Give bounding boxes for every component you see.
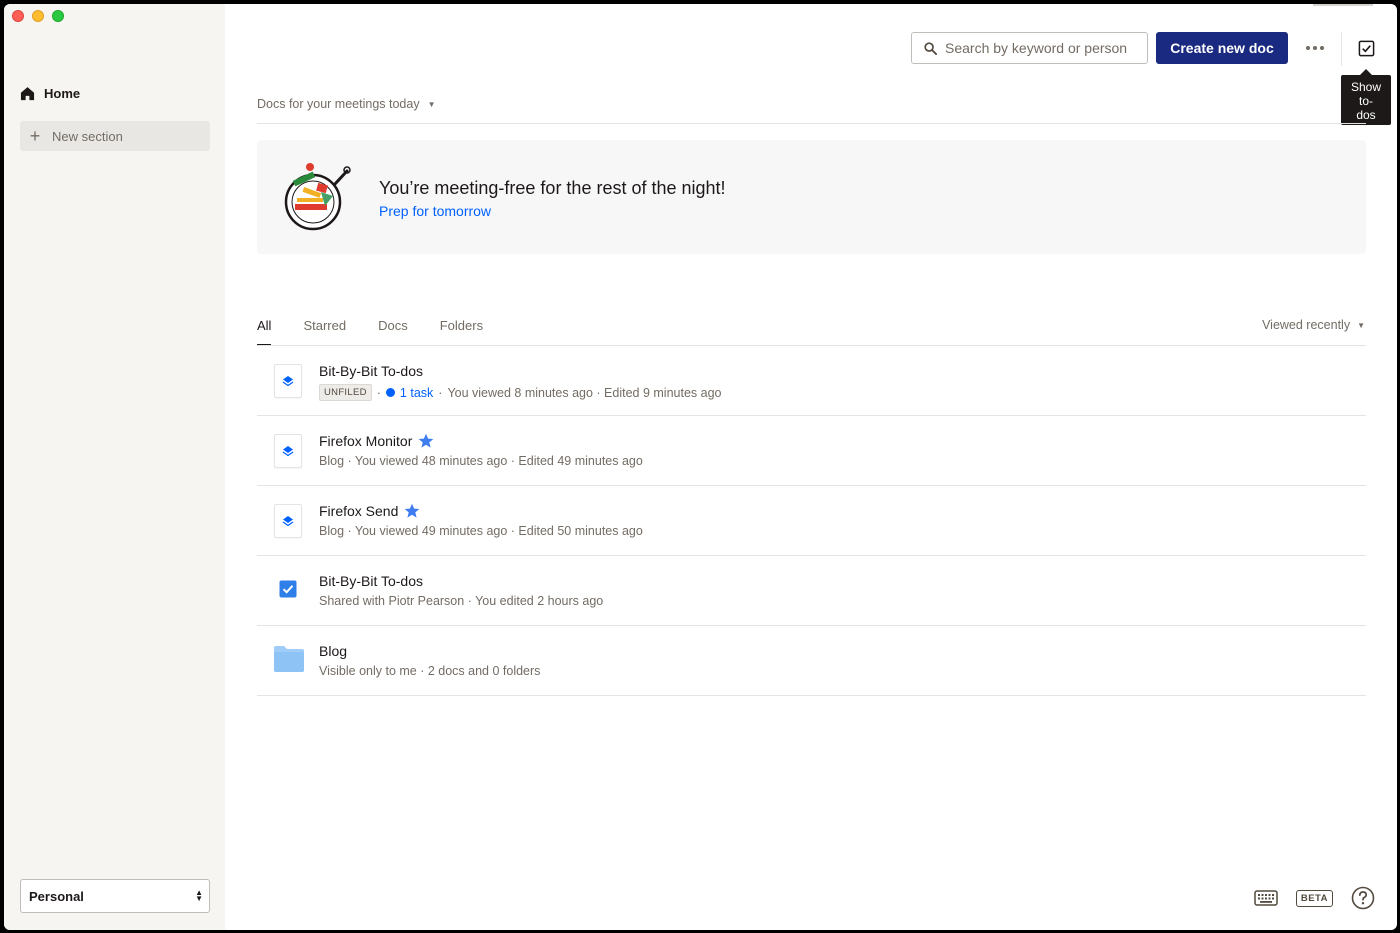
tab-all[interactable]: All xyxy=(257,318,272,346)
search-box[interactable] xyxy=(911,32,1148,64)
beta-badge[interactable]: BETA xyxy=(1295,889,1333,907)
star-icon[interactable] xyxy=(404,503,420,519)
doc-meta-text: You viewed 8 minutes ago · Edited 9 minu… xyxy=(447,385,722,400)
doc-meta: Visible only to me · 2 docs and 0 folder… xyxy=(319,664,540,678)
home-icon xyxy=(20,87,35,101)
star-icon[interactable] xyxy=(418,433,434,449)
help-button[interactable] xyxy=(1351,886,1375,910)
task-count-link[interactable]: 1 task xyxy=(400,386,433,400)
caret-down-icon: ▼ xyxy=(427,99,436,109)
doc-meta-text: Shared with Piotr Pearson · You edited 2… xyxy=(319,594,604,608)
show-todos-button[interactable] xyxy=(1352,34,1380,62)
divider xyxy=(257,123,1366,124)
keyboard-icon xyxy=(1254,890,1278,906)
tab-folders[interactable]: Folders xyxy=(440,318,483,345)
workspace-select[interactable]: Personal ▲ ▼ xyxy=(20,879,210,913)
doc-meta-text: Blog · You viewed 48 minutes ago · Edite… xyxy=(319,454,643,468)
app-window: Home + New section Personal ▲▼ Create ne… xyxy=(4,4,1397,930)
sidebar-item-home[interactable]: Home xyxy=(20,86,80,101)
header-divider xyxy=(1341,32,1342,66)
doc-meta: Blog · You viewed 49 minutes ago · Edite… xyxy=(319,524,643,538)
keyboard-shortcuts-button[interactable] xyxy=(1254,889,1278,907)
main-content: Create new doc Show to- dos Docs for you… xyxy=(225,4,1397,930)
caret-down-icon: ▼ xyxy=(1357,320,1365,330)
doc-meta: UNFILED · 1 task · You viewed 8 minutes … xyxy=(319,384,721,401)
doc-title: Blog xyxy=(319,643,347,659)
plus-icon: + xyxy=(29,126,41,146)
meta-separator: · xyxy=(438,385,443,400)
sidebar-item-label: Home xyxy=(44,86,81,101)
doc-title-text: Bit-By-Bit To-dos xyxy=(319,573,423,589)
paper-doc-icon xyxy=(274,434,302,468)
checkbox-icon xyxy=(1358,40,1374,56)
tooltip-line: dos xyxy=(1356,108,1376,122)
unfiled-badge: UNFILED xyxy=(319,384,372,401)
search-input[interactable] xyxy=(945,40,1135,56)
create-new-doc-button[interactable]: Create new doc xyxy=(1156,32,1288,64)
meeting-free-title: You’re meeting-free for the rest of the … xyxy=(379,178,726,198)
task-dot-icon xyxy=(385,388,395,397)
doc-meta: Shared with Piotr Pearson · You edited 2… xyxy=(319,594,603,608)
doc-title: Firefox Send xyxy=(319,503,420,519)
list-item[interactable]: Bit-By-Bit To-dos UNFILED · 1 task · You… xyxy=(257,346,1366,416)
sort-dropdown[interactable]: Viewed recently ▼ xyxy=(1262,318,1365,332)
minimize-window-button[interactable] xyxy=(32,10,44,22)
search-icon xyxy=(924,41,937,55)
doc-title-text: Bit-By-Bit To-dos xyxy=(319,363,423,379)
doc-meta-text: Blog · You viewed 49 minutes ago · Edite… xyxy=(319,524,643,538)
paper-doc-icon xyxy=(274,364,302,398)
help-icon xyxy=(1351,886,1375,910)
prep-for-tomorrow-link[interactable]: Prep for tomorrow xyxy=(379,203,491,219)
list-item[interactable]: Firefox Monitor Blog · You viewed 48 min… xyxy=(257,416,1366,486)
checkbox-icon xyxy=(279,580,297,598)
sidebar: Home + New section Personal ▲ ▼ xyxy=(4,4,225,930)
meetings-dropdown-label: Docs for your meetings today xyxy=(257,97,420,111)
meeting-card: You’re meeting-free for the rest of the … xyxy=(257,140,1366,254)
show-todos-tooltip: Show to- dos xyxy=(1341,69,1391,125)
filter-tabs: All Starred Docs Folders xyxy=(257,318,515,346)
paper-doc-icon xyxy=(274,504,302,538)
doc-list: Bit-By-Bit To-dos UNFILED · 1 task · You… xyxy=(257,346,1366,696)
select-arrows-icon: ▲ ▼ xyxy=(195,888,203,903)
list-item[interactable]: Firefox Send Blog · You viewed 49 minute… xyxy=(257,486,1366,556)
meetings-dropdown[interactable]: Docs for your meetings today ▼ xyxy=(257,97,436,111)
tab-starred[interactable]: Starred xyxy=(303,318,346,345)
tooltip-line: Show xyxy=(1350,80,1382,94)
doc-title-text: Firefox Monitor xyxy=(319,433,413,449)
doc-meta-text: Visible only to me · 2 docs and 0 folder… xyxy=(319,664,541,678)
doc-title: Bit-By-Bit To-dos xyxy=(319,363,423,379)
more-options-button[interactable] xyxy=(1298,32,1332,64)
doc-title: Bit-By-Bit To-dos xyxy=(319,573,423,589)
tab-docs[interactable]: Docs xyxy=(378,318,408,345)
window-controls xyxy=(12,10,64,22)
tooltip-line: to- xyxy=(1358,94,1373,108)
more-dot xyxy=(1313,46,1317,50)
footer-toolbar: BETA xyxy=(1254,886,1375,910)
workspace-select-value: Personal xyxy=(29,888,84,904)
folder-icon xyxy=(274,646,304,672)
meta-separator: · xyxy=(376,385,381,400)
close-window-button[interactable] xyxy=(12,10,24,22)
zoom-window-button[interactable] xyxy=(52,10,64,22)
list-item[interactable]: Bit-By-Bit To-dos Shared with Piotr Pear… xyxy=(257,556,1366,626)
doc-title-text: Blog xyxy=(319,643,348,659)
more-dot xyxy=(1306,46,1310,50)
more-dot xyxy=(1320,46,1324,50)
frying-pan-illustration-icon xyxy=(284,163,351,231)
doc-title-text: Firefox Send xyxy=(319,503,399,519)
sort-dropdown-label: Viewed recently xyxy=(1262,318,1351,332)
new-section-label: New section xyxy=(52,128,123,144)
new-section-button[interactable]: + New section xyxy=(20,121,210,151)
doc-title: Firefox Monitor xyxy=(319,433,434,449)
top-indicator xyxy=(1313,4,1373,6)
list-item[interactable]: Blog Visible only to me · 2 docs and 0 f… xyxy=(257,626,1366,696)
doc-meta: Blog · You viewed 48 minutes ago · Edite… xyxy=(319,454,643,468)
